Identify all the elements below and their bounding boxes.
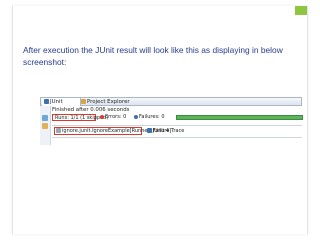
failure-trace: Failure Trace — [147, 127, 184, 135]
status-text: Finished after 0.006 seconds — [52, 107, 130, 113]
test-progress-bar — [176, 115, 303, 120]
errors-label: Errors: — [105, 114, 122, 120]
folder-icon — [81, 99, 86, 104]
layout-icon[interactable] — [42, 115, 48, 121]
failures-counter: Failures: 0 — [134, 114, 165, 121]
errors-counter: Errors: 0 — [100, 114, 126, 121]
history-icon[interactable] — [42, 123, 48, 129]
test-tree-row: ignore.junit.IgnoreExample[Runner: JUnit… — [52, 125, 302, 136]
accent-bar — [295, 6, 307, 15]
test-suite-icon — [56, 128, 61, 133]
left-toolbar — [40, 106, 51, 145]
tab-junit-label: JUnit — [50, 99, 63, 105]
failures-value: 0 — [161, 114, 165, 120]
junit-panel-screenshot: JUnit Project Explorer Finished after 0.… — [40, 97, 303, 145]
stack-trace-icon — [147, 128, 152, 133]
tab-junit[interactable]: JUnit — [42, 98, 81, 106]
view-tab-bar: JUnit Project Explorer — [40, 97, 302, 106]
junit-icon — [44, 99, 49, 104]
slide-body-text: After execution the JUnit result will lo… — [23, 45, 283, 67]
slide: After execution the JUnit result will lo… — [12, 6, 308, 234]
errors-value: 0 — [123, 114, 127, 120]
failure-trace-label: Failure Trace — [153, 128, 185, 134]
failure-icon — [134, 114, 138, 119]
tab-project-explorer-label: Project Explorer — [87, 99, 130, 105]
error-icon — [100, 114, 104, 119]
test-item[interactable]: ignore.junit.IgnoreExample[Runner: JUnit… — [54, 127, 171, 135]
failures-label: Failures: — [139, 114, 160, 120]
tab-project-explorer[interactable]: Project Explorer — [79, 98, 132, 106]
divider — [52, 137, 302, 138]
counters-row: Runs: 1/1 (1 skipped) Errors: 0 Failures… — [52, 114, 303, 122]
runs-counter: Runs: 1/1 (1 skipped) — [52, 114, 108, 121]
